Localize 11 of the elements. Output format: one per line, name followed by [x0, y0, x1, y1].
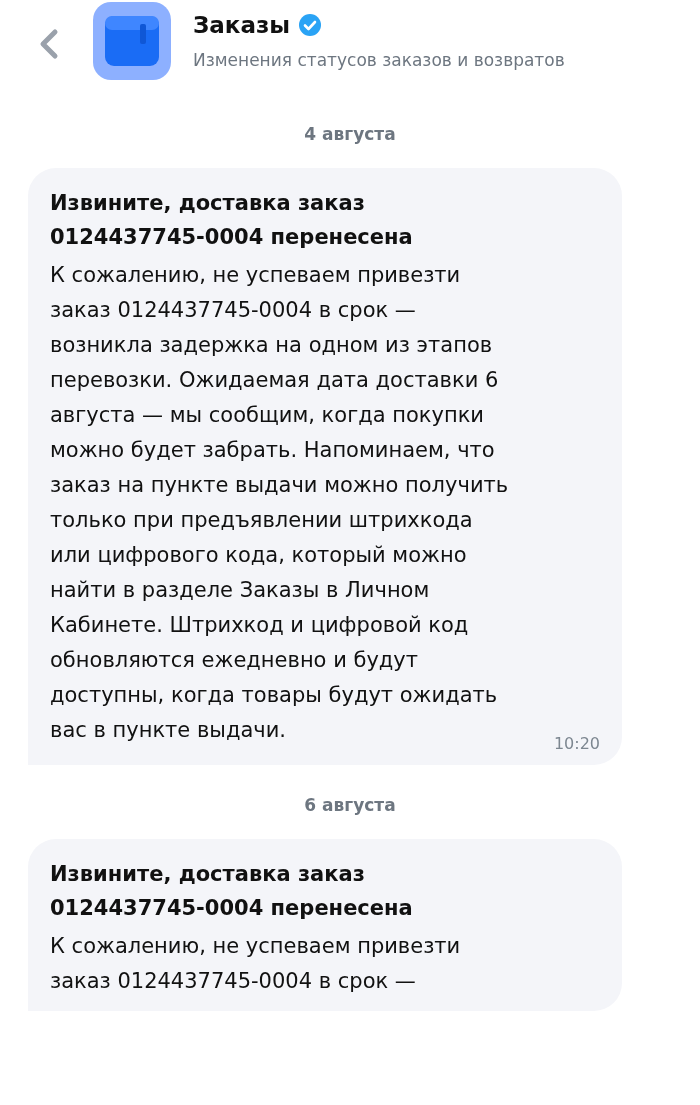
date-separator: 6 августа	[303, 795, 397, 815]
channel-subtitle: Изменения статусов заказов и возвратов	[193, 50, 565, 70]
message-title: Извините, доставка заказ 0124437745-0004 перенесена	[50, 190, 414, 251]
box-icon	[93, 2, 171, 80]
message-text: К сожалению, не успеваем привезти заказ 0124437745-0004 в срок —	[50, 933, 462, 995]
message-text: К сожалению, не успеваем привезти заказ 0124437745-0004 в срок — возникла задержка на одном из этапов перевозки. Ожидаемая дата доставки 6 августа — мы сообщим, когда покупки можно будет забрать. Напоминаем, что заказ на пункте выдачи можно получить только при предъявлении штрихкода или цифрового кода, который можно найти в разделе Заказы в Личном Кабинете. Штрихкод и цифровой код обновляются ежедневно и будут доступны, когда товары будут ожидать вас в пункте выдачи.	[50, 262, 510, 744]
back-icon	[38, 28, 60, 60]
date-separator: 4 августа	[303, 124, 397, 144]
channel-title: Заказы	[193, 12, 291, 38]
message-time: 10:20	[553, 734, 600, 753]
message-title: Извините, доставка заказ 0124437745-0004 перенесена	[50, 861, 414, 922]
